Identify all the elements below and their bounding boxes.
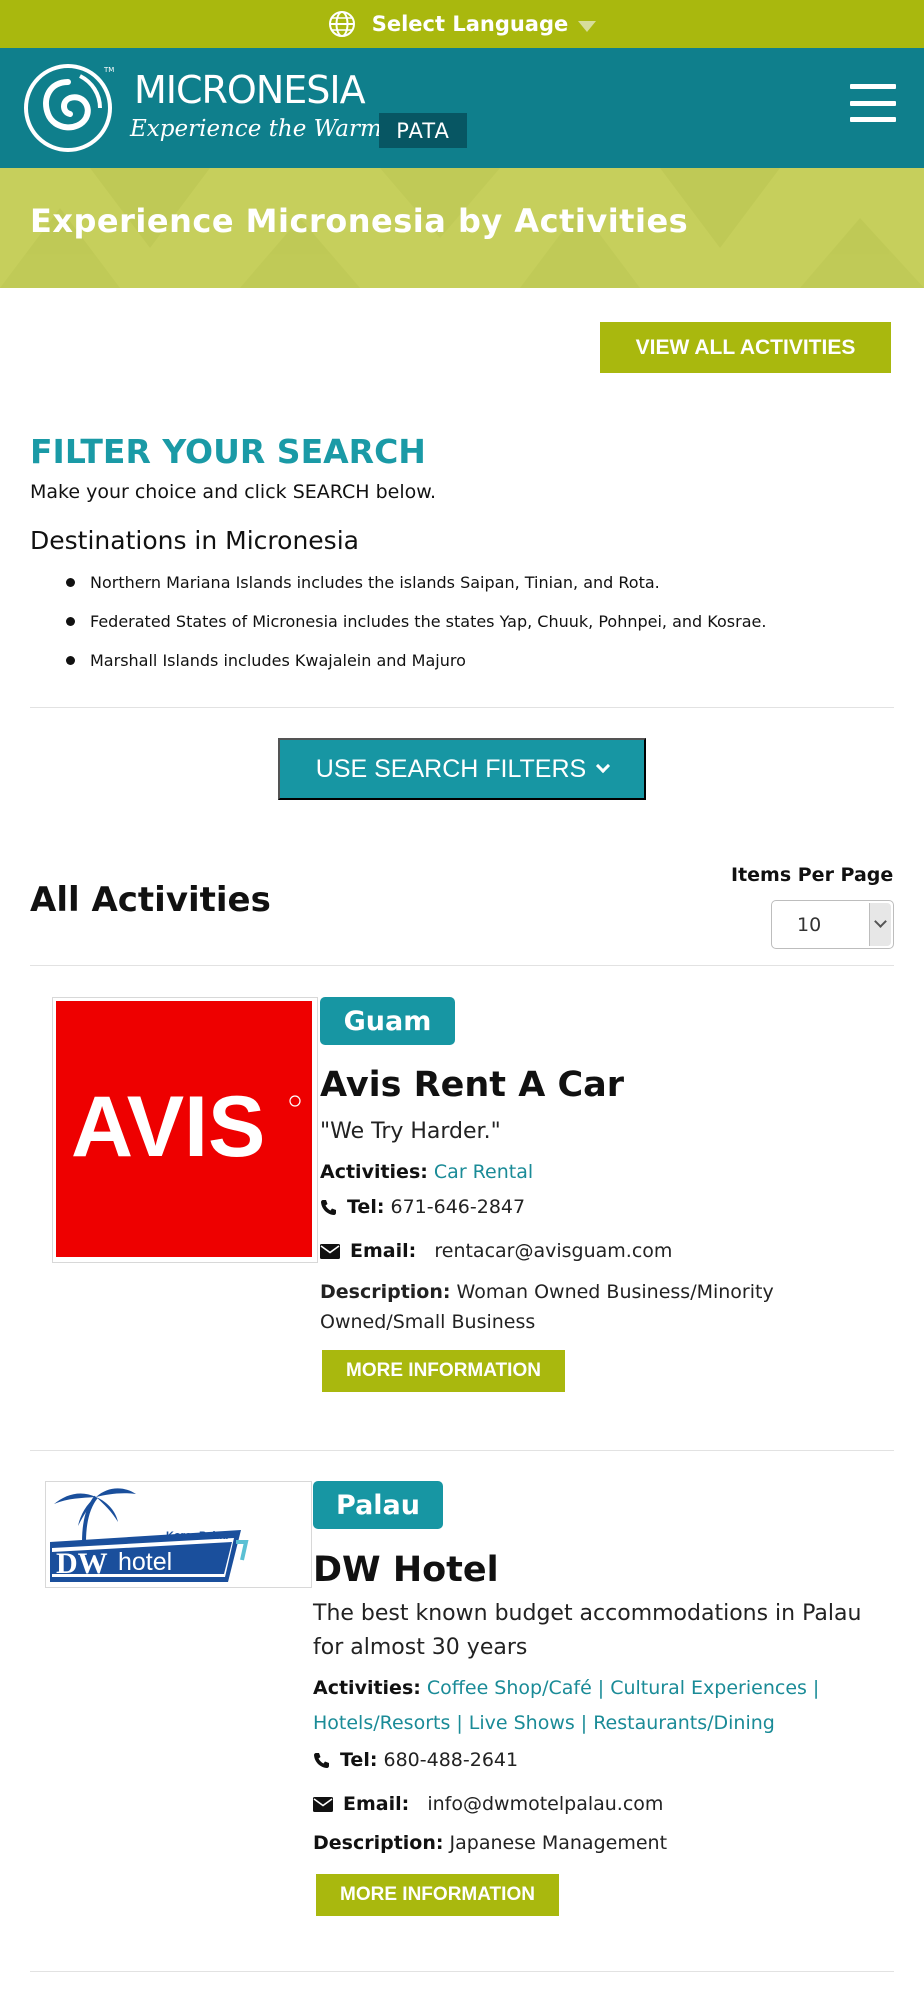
page-banner: Experience Micronesia by Activities (0, 168, 924, 288)
results-title: All Activities (30, 880, 271, 920)
divider (30, 1450, 894, 1451)
location-badge[interactable]: Palau (313, 1481, 443, 1529)
dw-hotel-logo-image: Koror Palau DW hotel (50, 1488, 249, 1582)
activity-link[interactable]: Coffee Shop/Café (427, 1677, 592, 1699)
filter-subtitle: Make your choice and click SEARCH below. (30, 481, 437, 503)
email-value[interactable]: rentacar@avisguam.com (434, 1240, 672, 1262)
view-all-activities-button[interactable]: VIEW ALL ACTIVITIES (600, 322, 891, 373)
globe-icon (328, 11, 355, 37)
tel-value[interactable]: 680-488-2641 (383, 1749, 518, 1771)
activity-link[interactable]: Hotels/Resorts (313, 1712, 450, 1734)
location-badge[interactable]: Guam (320, 997, 455, 1045)
svg-text:DW: DW (56, 1547, 108, 1580)
language-label: Select Language (371, 12, 569, 36)
items-per-page-label: Items Per Page (731, 864, 894, 886)
listing-activities: Activities: Car Rental (320, 1161, 534, 1183)
email-icon (320, 1244, 340, 1259)
listing-email: Email: rentacar@avisguam.com (320, 1240, 672, 1262)
svg-text:Koror Palau: Koror Palau (166, 1530, 228, 1542)
destinations-title: Destinations in Micronesia (30, 526, 359, 555)
chevron-down-icon (596, 758, 611, 774)
tel-value[interactable]: 671-646-2847 (390, 1196, 525, 1218)
pata-logo[interactable]: PATA (379, 113, 467, 148)
avis-logo-image: AVIS (56, 1001, 312, 1257)
more-information-button[interactable]: MORE INFORMATION (316, 1874, 559, 1916)
language-selector[interactable]: Select Language (0, 0, 924, 48)
divider (30, 1971, 894, 1972)
listing-name[interactable]: DW Hotel (313, 1550, 499, 1590)
use-search-filters-button[interactable]: USE SEARCH FILTERS (278, 738, 646, 800)
listing-description: Description: Woman Owned Business/Minori… (320, 1281, 774, 1333)
activity-link[interactable]: Cultural Experiences (610, 1677, 807, 1699)
email-icon (313, 1797, 333, 1812)
phone-icon (314, 1753, 329, 1768)
listing-email: Email: info@dwmotelpalau.com (313, 1793, 663, 1815)
list-item: Federated States of Micronesia includes … (62, 609, 766, 648)
activity-link[interactable]: Car Rental (434, 1161, 533, 1183)
more-information-button[interactable]: MORE INFORMATION (322, 1350, 565, 1392)
listing-tel: Tel: 680-488-2641 (313, 1749, 518, 1771)
list-item: Northern Mariana Islands includes the is… (62, 570, 766, 609)
brand-name: MICRONESIA (134, 68, 366, 112)
listing-activities-continued: Hotels/Resorts | Live Shows | Restaurants/Di… (313, 1712, 775, 1734)
micronesia-logo-icon[interactable]: TM (22, 62, 114, 154)
listing-description: Description: Japanese Management (313, 1832, 668, 1854)
divider (30, 965, 894, 966)
items-per-page-select[interactable]: 10 (771, 900, 894, 949)
listing-activities: Activities: Coffee Shop/Café | Cultural Ex… (313, 1677, 820, 1699)
divider (30, 707, 894, 708)
dw-hotel-logo[interactable]: Koror Palau DW hotel (45, 1481, 312, 1588)
site-header: TM MICRONESIA Experience the Warmth PATA (0, 48, 924, 168)
destinations-list: Northern Mariana Islands includes the is… (62, 570, 766, 687)
search-filters-label: USE SEARCH FILTERS (315, 754, 587, 783)
phone-icon (321, 1200, 336, 1215)
listing-slogan: "We Try Harder." (320, 1119, 501, 1144)
svg-text:TM: TM (103, 66, 114, 74)
svg-text:hotel: hotel (118, 1548, 172, 1576)
items-per-page-value: 10 (797, 914, 822, 936)
page-title: Experience Micronesia by Activities (30, 202, 689, 240)
activity-link[interactable]: Live Shows (469, 1712, 575, 1734)
listing-slogan: The best known budget accommodations in … (313, 1601, 862, 1660)
listing-tel: Tel: 671-646-2847 (320, 1196, 525, 1218)
chevron-down-icon[interactable] (869, 903, 891, 946)
brand-tagline: Experience the Warmth (130, 116, 406, 142)
svg-text:AVIS: AVIS (71, 1079, 265, 1175)
avis-logo[interactable]: AVIS (52, 997, 318, 1263)
hamburger-menu-icon[interactable] (850, 84, 896, 122)
listing-name[interactable]: Avis Rent A Car (320, 1065, 624, 1105)
filter-title: FILTER YOUR SEARCH (30, 432, 426, 471)
email-value[interactable]: info@dwmotelpalau.com (427, 1793, 663, 1815)
caret-down-icon (578, 20, 597, 32)
list-item: Marshall Islands includes Kwajalein and … (62, 648, 766, 687)
activity-link[interactable]: Restaurants/Dining (593, 1712, 775, 1734)
